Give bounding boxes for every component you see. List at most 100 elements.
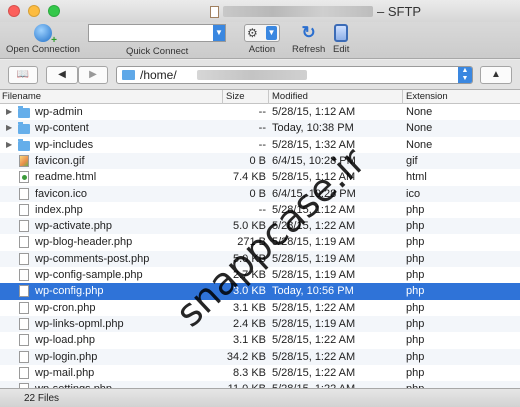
gear-icon: ⚙ bbox=[247, 26, 258, 40]
table-row[interactable]: ▶ wp-includes -- 5/28/15, 1:32 AM None bbox=[0, 137, 520, 153]
forward-arrow-icon: ▶ bbox=[89, 69, 97, 80]
file-modified: 5/28/15, 1:22 AM bbox=[272, 366, 356, 379]
file-name: wp-mail.php bbox=[35, 366, 95, 379]
file-size: 2.7 KB bbox=[232, 269, 266, 281]
bookmarks-button[interactable]: 📖 bbox=[8, 66, 38, 84]
file-name: index.php bbox=[35, 203, 83, 216]
file-icon bbox=[19, 252, 29, 265]
table-row[interactable]: wp-cron.php 3.1 KB 5/28/15, 1:22 AM php bbox=[0, 300, 520, 316]
file-modified: 5/28/15, 1:22 AM bbox=[272, 220, 356, 233]
table-row[interactable]: wp-comments-post.php 5.0 KB 5/28/15, 1:19 … bbox=[0, 250, 520, 267]
file-name: wp-content bbox=[35, 122, 89, 135]
table-row[interactable]: wp-mail.php 8.3 KB 5/28/15, 1:22 AM php bbox=[0, 365, 520, 381]
file-extension: php bbox=[406, 252, 425, 265]
zoom-window-button[interactable] bbox=[48, 5, 60, 17]
folder-icon bbox=[18, 106, 30, 118]
table-row[interactable]: wp-login.php 34.2 KB 5/28/15, 1:22 AM php bbox=[0, 348, 520, 365]
file-name: wp-cron.php bbox=[35, 301, 96, 314]
file-icon bbox=[19, 236, 29, 249]
minimize-window-button[interactable] bbox=[28, 5, 40, 17]
file-modified: 5/28/15, 1:12 AM bbox=[272, 203, 356, 216]
column-extension[interactable]: Extension bbox=[406, 91, 448, 102]
file-name: wp-load.php bbox=[35, 334, 95, 347]
column-modified[interactable]: Modified bbox=[272, 91, 308, 102]
disclosure-triangle-icon[interactable]: ▶ bbox=[6, 123, 12, 132]
refresh-button[interactable]: ↻ Refresh bbox=[292, 23, 325, 56]
title-bar: – SFTP bbox=[0, 0, 520, 22]
path-text: /home/ bbox=[140, 68, 177, 82]
table-row[interactable]: readme.html 7.4 KB 5/28/15, 1:12 AM html bbox=[0, 169, 520, 185]
table-row[interactable]: ▶ wp-content -- Today, 10:38 PM None bbox=[0, 120, 520, 137]
table-row[interactable]: favicon.gif 0 B 6/4/15, 10:28 PM gif bbox=[0, 152, 520, 170]
file-name: wp-admin bbox=[35, 106, 83, 118]
file-modified: 5/28/15, 1:12 AM bbox=[272, 106, 356, 118]
table-row[interactable]: wp-blog-header.php 271 B 5/28/15, 1:19 AM p… bbox=[0, 234, 520, 250]
table-row[interactable]: ▶ wp-admin -- 5/28/15, 1:12 AM None bbox=[0, 104, 520, 120]
file-icon bbox=[19, 220, 29, 233]
file-icon bbox=[19, 350, 29, 363]
folder-icon bbox=[18, 138, 30, 151]
file-extension: None bbox=[406, 106, 433, 118]
window-title: – SFTP bbox=[210, 4, 421, 19]
file-size: 5.0 KB bbox=[232, 220, 266, 233]
column-filename[interactable]: Filename bbox=[2, 91, 41, 102]
close-window-button[interactable] bbox=[8, 5, 20, 17]
up-down-chevron-icon[interactable]: ▲ ▼ bbox=[458, 67, 472, 83]
file-icon bbox=[19, 203, 29, 216]
file-modified: 5/28/15, 1:32 AM bbox=[272, 138, 356, 151]
action-label: Action bbox=[248, 44, 276, 55]
file-size: 5.0 KB bbox=[232, 252, 266, 265]
table-row[interactable]: wp-activate.php 5.0 KB 5/28/15, 1:22 AM php bbox=[0, 218, 520, 235]
table-row[interactable]: wp-settings.php11.0 KB5/28/15, 1:22 AMph… bbox=[0, 381, 520, 388]
file-size: 34.2 KB bbox=[226, 350, 266, 363]
file-modified: Today, 10:38 PM bbox=[272, 122, 354, 135]
file-name: wp-config-sample.php bbox=[35, 269, 143, 281]
file-modified: 6/4/15, 10:28 PM bbox=[272, 154, 356, 167]
file-icon bbox=[19, 301, 29, 314]
file-modified: 6/4/15, 10:28 PM bbox=[272, 187, 356, 200]
table-row[interactable]: wp-config.php 3.0 KB Today, 10:56 PM php bbox=[0, 283, 520, 300]
table-row[interactable]: wp-load.php 3.1 KB 5/28/15, 1:22 AM php bbox=[0, 332, 520, 348]
file-count: 22 Files bbox=[24, 393, 60, 404]
redacted-path bbox=[197, 70, 307, 80]
edit-button[interactable]: Edit bbox=[333, 24, 349, 55]
refresh-icon: ↻ bbox=[301, 23, 316, 42]
path-select[interactable]: /home/ ▲ ▼ bbox=[116, 66, 473, 84]
file-extension: php bbox=[406, 317, 425, 330]
file-icon bbox=[19, 317, 29, 330]
file-icon bbox=[19, 187, 29, 200]
file-list[interactable]: ▶ wp-admin -- 5/28/15, 1:12 AM None ▶ wp-conte… bbox=[0, 104, 520, 388]
file-size: 3.1 KB bbox=[232, 301, 266, 314]
forward-button[interactable]: ▶ bbox=[78, 66, 108, 84]
file-extension: html bbox=[406, 171, 427, 184]
path-bar: 📖 ◀ ▶ /home/ ▲ ▼ ▲ bbox=[0, 60, 520, 90]
globe-icon bbox=[33, 24, 57, 46]
parent-directory-button[interactable]: ▲ bbox=[480, 66, 512, 84]
open-connection-button[interactable]: Open Connection bbox=[6, 24, 80, 55]
edit-icon bbox=[334, 24, 349, 42]
file-extension: php bbox=[406, 220, 425, 233]
book-icon: 📖 bbox=[16, 69, 30, 80]
file-modified: 5/28/15, 1:19 AM bbox=[272, 269, 356, 281]
table-row[interactable]: wp-links-opml.php 2.4 KB 5/28/15, 1:19 AM p… bbox=[0, 315, 520, 333]
file-icon bbox=[19, 269, 29, 281]
table-row[interactable]: index.php -- 5/28/15, 1:12 AM php bbox=[0, 202, 520, 218]
file-extension: ico bbox=[406, 187, 421, 200]
quick-connect-select[interactable]: ▼ bbox=[88, 24, 226, 42]
column-size[interactable]: Size bbox=[226, 91, 244, 102]
chevron-down-icon[interactable]: ▼ bbox=[213, 25, 225, 41]
file-extension: None bbox=[406, 122, 433, 135]
file-modified: 5/28/15, 1:22 AM bbox=[272, 301, 356, 314]
table-row[interactable]: wp-config-sample.php 2.7 KB 5/28/15, 1:19 … bbox=[0, 267, 520, 283]
disclosure-triangle-icon[interactable]: ▶ bbox=[6, 107, 12, 116]
file-extension: php bbox=[406, 301, 425, 314]
table-row[interactable]: favicon.ico 0 B 6/4/15, 10:28 PM ico bbox=[0, 185, 520, 202]
back-button[interactable]: ◀ bbox=[46, 66, 78, 84]
column-header: Filename Size Modified Extension bbox=[0, 90, 520, 104]
file-size: 3.0 KB bbox=[232, 285, 266, 298]
action-button[interactable]: ⚙ ▼ Action bbox=[244, 24, 280, 55]
disclosure-triangle-icon[interactable]: ▶ bbox=[6, 140, 12, 149]
file-modified: 5/28/15, 1:19 AM bbox=[272, 252, 356, 265]
folder-icon bbox=[18, 122, 30, 135]
file-extension: php bbox=[406, 269, 425, 281]
